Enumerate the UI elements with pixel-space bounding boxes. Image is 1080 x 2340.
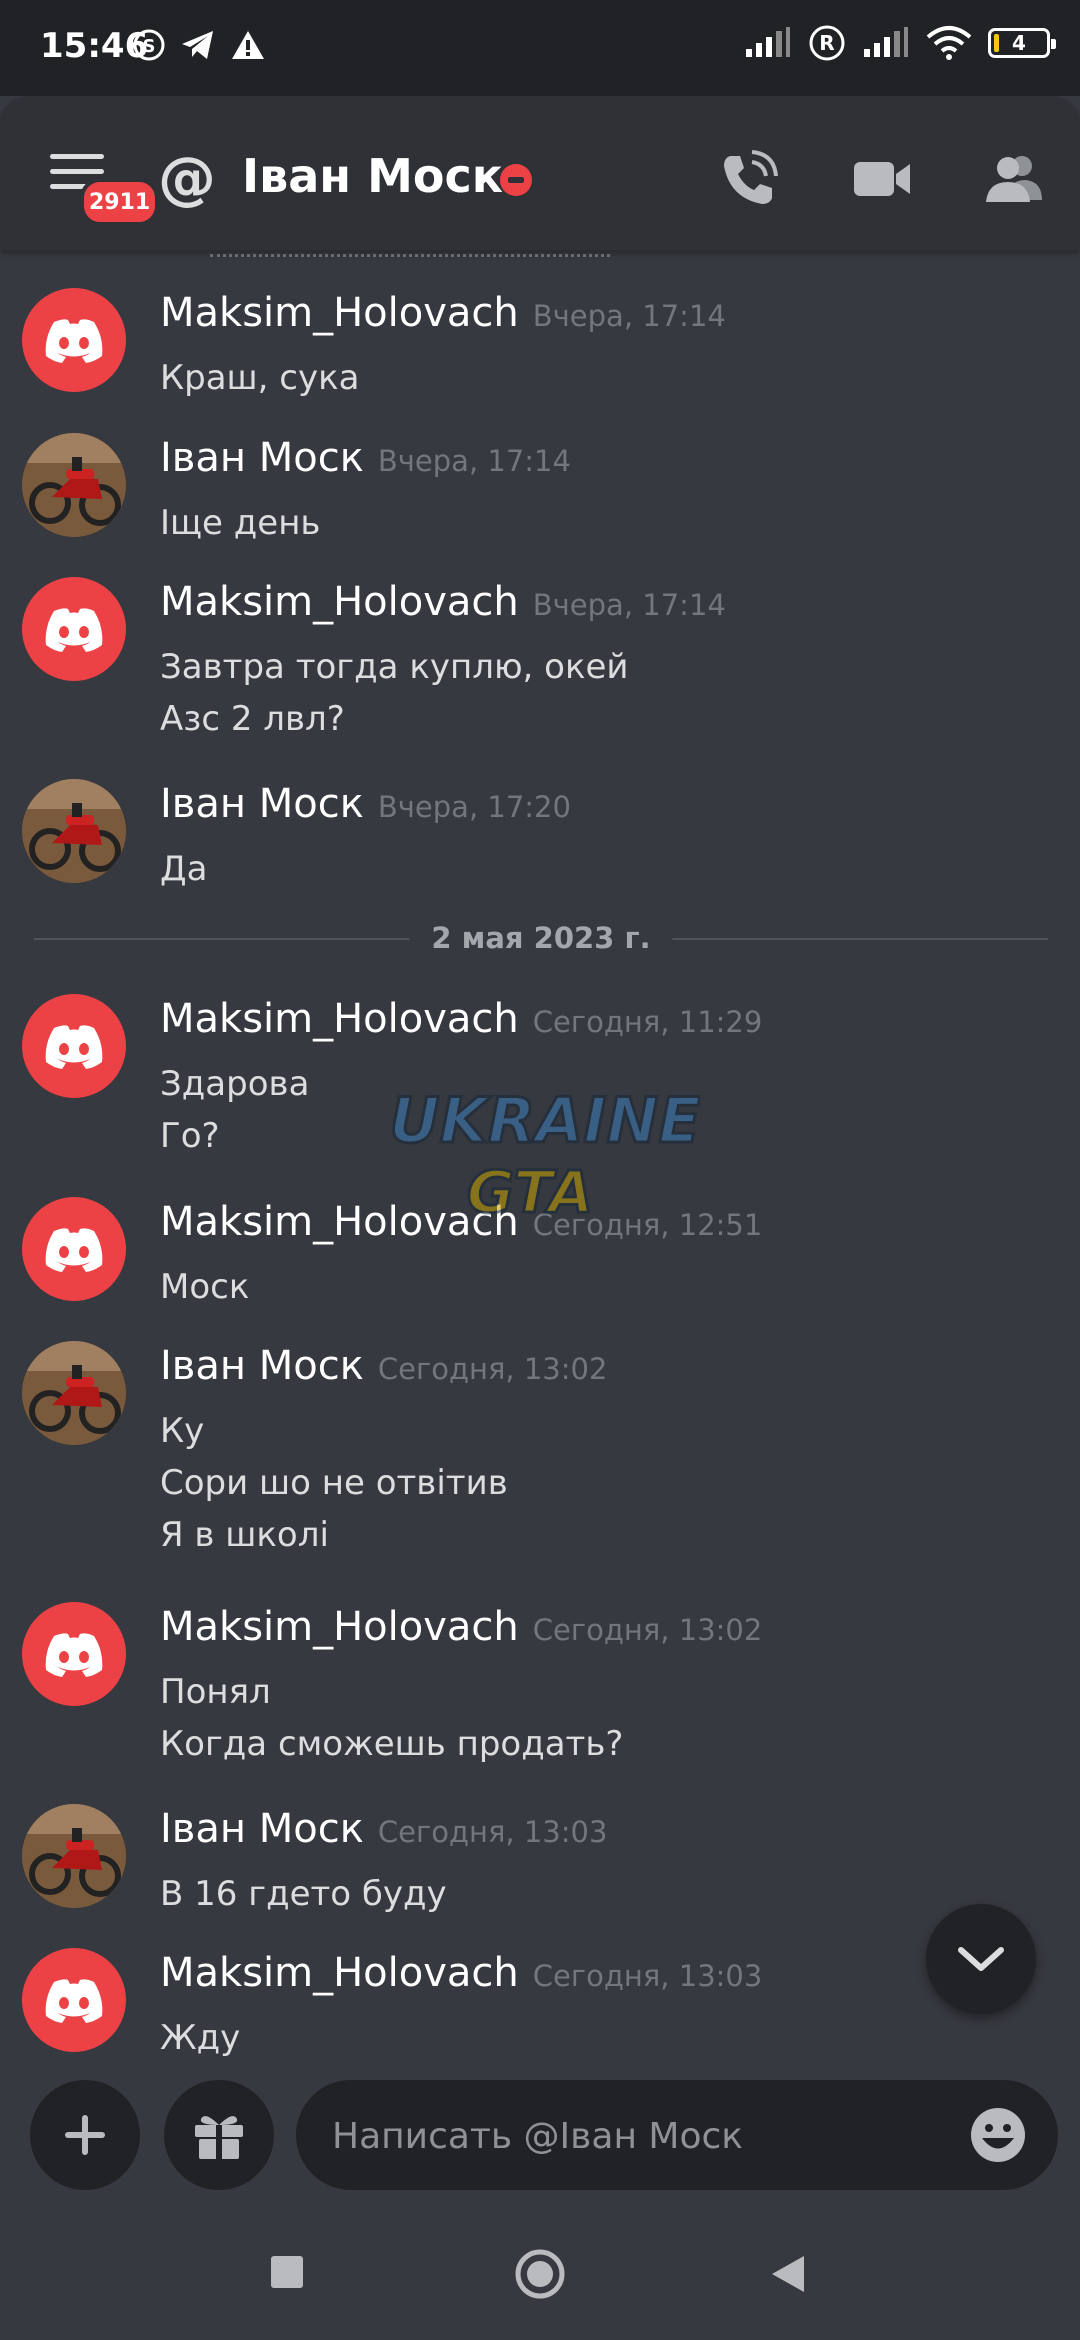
author-name[interactable]: Іван Моск — [160, 1343, 364, 1389]
jump-to-bottom-button[interactable] — [926, 1904, 1036, 2014]
discord-logo-icon — [45, 608, 103, 652]
message-input-container — [296, 2080, 1058, 2192]
menu-icon — [50, 154, 104, 159]
timestamp: Вчера, 17:14 — [532, 588, 726, 622]
message-text: Азс 2 лвл? — [160, 699, 345, 739]
author-name[interactable]: Maksim_Holovach — [160, 1604, 519, 1650]
avatar[interactable] — [22, 1804, 126, 1908]
author-name[interactable]: Іван Моск — [160, 435, 364, 481]
battery-icon: 4 — [988, 28, 1056, 58]
voice-call-icon[interactable] — [718, 148, 778, 208]
members-icon[interactable] — [984, 148, 1044, 208]
discord-logo-icon — [45, 1979, 103, 2023]
system-nav-bar — [0, 2200, 1080, 2340]
signal-2-icon — [864, 27, 908, 57]
timestamp: Сегодня, 13:02 — [532, 1613, 763, 1647]
avatar[interactable] — [22, 1602, 126, 1706]
message-text: Понял — [160, 1672, 271, 1712]
chevron-down-icon — [958, 1947, 1004, 1971]
avatar[interactable] — [22, 1197, 126, 1301]
motorcycle-photo — [22, 779, 126, 883]
chat-header: 2911 @ Іван Моск — [0, 96, 1080, 250]
watermark-line1: UKRAINE — [390, 1084, 700, 1157]
avatar[interactable] — [22, 577, 126, 681]
timestamp: Сегодня, 11:29 — [532, 1005, 763, 1039]
date-divider-label: 2 мая 2023 г. — [409, 918, 673, 958]
message-text: В 16 гдето буду — [160, 1874, 447, 1914]
message-text: Жду — [160, 2018, 241, 2058]
discord-logo-icon — [45, 319, 103, 363]
motorcycle-photo — [22, 1341, 126, 1445]
message-text: Завтра тогда куплю, окей — [160, 647, 629, 687]
status-bar: 15:46 S R 4 — [0, 0, 1080, 96]
signal-icon — [746, 27, 790, 57]
ukraine-gta-watermark: UKRAINE GTA — [390, 1083, 700, 1228]
author-name[interactable]: Maksim_Holovach — [160, 1950, 519, 1996]
warning-icon — [232, 31, 264, 59]
message-text: Краш, сука — [160, 358, 360, 398]
avatar[interactable] — [22, 1948, 126, 2052]
avatar[interactable] — [22, 994, 126, 1098]
recents-icon[interactable] — [270, 2255, 304, 2289]
emoji-icon[interactable] — [968, 2105, 1028, 2165]
date-divider: 2 мая 2023 г. — [34, 918, 1048, 958]
discord-logo-icon — [45, 1025, 103, 1069]
roaming-icon: R — [809, 25, 845, 61]
svg-text:S: S — [143, 36, 156, 57]
dnd-status-icon — [500, 164, 532, 196]
timestamp: Вчера, 17:20 — [377, 790, 571, 824]
message-text: Когда сможешь продать? — [160, 1724, 624, 1764]
avatar[interactable] — [22, 288, 126, 392]
message-text: Моск — [160, 1267, 250, 1307]
system-icons: R 4 — [744, 24, 1056, 62]
author-name[interactable]: Maksim_Holovach — [160, 579, 519, 625]
app-notification-icon: S — [133, 29, 165, 61]
author-name[interactable]: Іван Моск — [160, 781, 364, 827]
author-name[interactable]: Іван Моск — [160, 1806, 364, 1852]
add-attachment-button[interactable] — [30, 2080, 140, 2190]
message-text: Здарова — [160, 1064, 310, 1104]
at-icon: @ — [158, 144, 216, 212]
svg-text:R: R — [819, 31, 834, 55]
page-title: Іван Моск — [242, 149, 503, 203]
gift-icon — [195, 2116, 243, 2159]
message-composer — [0, 2080, 1080, 2192]
timestamp: Вчера, 17:14 — [532, 299, 726, 333]
message-text: Да — [160, 849, 208, 889]
timestamp: Вчера, 17:14 — [377, 444, 571, 478]
cut-off-text — [210, 250, 610, 257]
wifi-icon — [926, 26, 972, 60]
message-text: Ку — [160, 1411, 205, 1451]
discord-logo-icon — [45, 1228, 103, 1272]
home-icon[interactable] — [514, 2248, 566, 2300]
avatar[interactable] — [22, 433, 126, 537]
message-text: Іще день — [160, 503, 321, 543]
motorcycle-photo — [22, 433, 126, 537]
telegram-icon — [182, 31, 213, 59]
timestamp: Сегодня, 13:03 — [532, 1959, 763, 1993]
timestamp: Сегодня, 13:03 — [377, 1815, 608, 1849]
message-text: Го? — [160, 1116, 220, 1156]
discord-logo-icon — [45, 1633, 103, 1677]
motorcycle-photo — [22, 1804, 126, 1908]
back-icon[interactable] — [770, 2254, 806, 2294]
message-input[interactable] — [330, 2080, 934, 2192]
author-name[interactable]: Maksim_Holovach — [160, 290, 519, 336]
plus-icon — [65, 2115, 105, 2155]
notification-icons: S — [132, 28, 266, 62]
timestamp: Сегодня, 13:02 — [377, 1352, 608, 1386]
watermark-line2: GTA — [467, 1158, 594, 1226]
avatar[interactable] — [22, 1341, 126, 1445]
gift-button[interactable] — [164, 2080, 274, 2190]
message-text: Сори шо не отвітив — [160, 1463, 508, 1503]
author-name[interactable]: Maksim_Holovach — [160, 996, 519, 1042]
avatar[interactable] — [22, 779, 126, 883]
unread-badge: 2911 — [80, 178, 160, 226]
message-text: Я в школі — [160, 1515, 329, 1555]
video-call-icon[interactable] — [852, 148, 914, 208]
battery-level: 4 — [1012, 31, 1026, 55]
